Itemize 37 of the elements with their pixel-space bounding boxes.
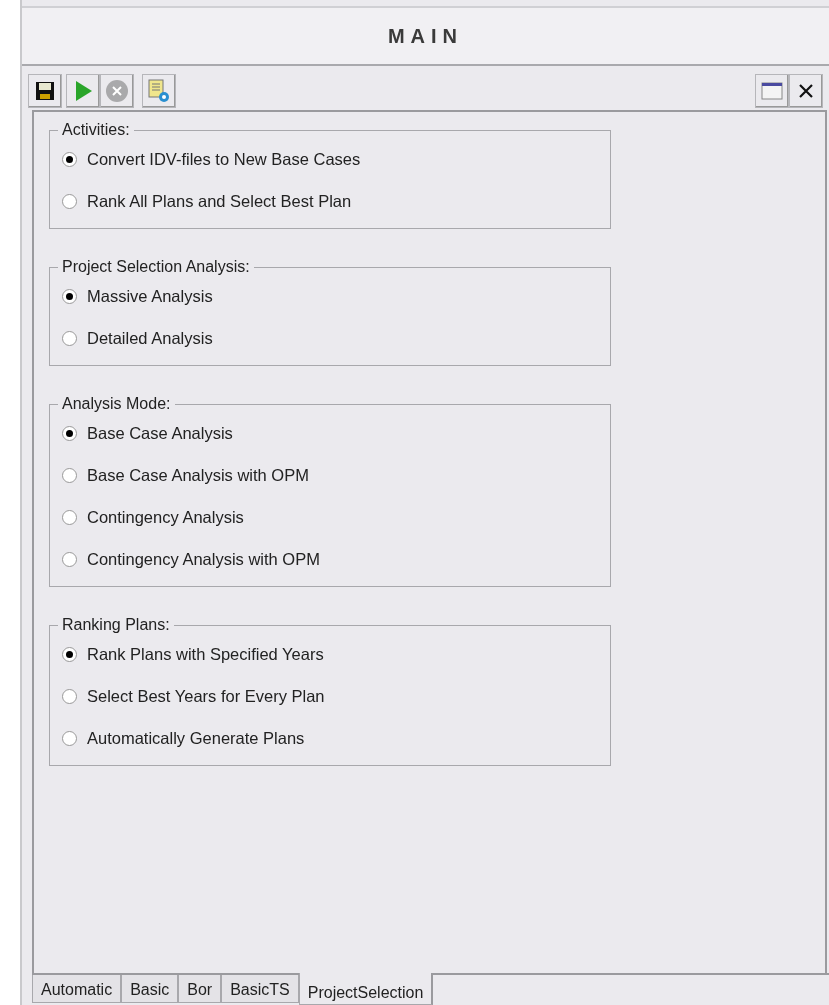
radio-label[interactable]: Base Case Analysis with OPM — [87, 462, 309, 488]
radio-button[interactable] — [62, 646, 77, 662]
radio-label[interactable]: Select Best Years for Every Plan — [87, 683, 325, 709]
radio-label[interactable]: Massive Analysis — [87, 283, 213, 309]
radio-button[interactable] — [62, 509, 77, 525]
radio-button[interactable] — [62, 551, 77, 567]
radio-label[interactable]: Rank All Plans and Select Best Plan — [87, 188, 352, 214]
tab[interactable]: Automatic — [32, 975, 122, 1003]
tab[interactable]: Bor — [178, 975, 222, 1003]
radio-button[interactable] — [62, 151, 77, 167]
document-gear-icon[interactable] — [142, 74, 176, 108]
group-title: Activities: — [61, 122, 131, 138]
radio-label[interactable]: Contingency Analysis — [87, 504, 244, 530]
group-title: Project Selection Analysis: — [61, 259, 251, 275]
radio-button[interactable] — [62, 688, 77, 704]
tab[interactable]: Basic — [121, 975, 179, 1003]
radio-label[interactable]: Convert IDV-files to New Base Cases — [87, 146, 361, 172]
radio-label[interactable]: Detailed Analysis — [87, 325, 213, 351]
window-title: MAIN — [387, 24, 464, 49]
radio-label[interactable]: Rank Plans with Specified Years — [87, 641, 324, 667]
group-title: Ranking Plans: — [61, 617, 171, 633]
radio-button[interactable] — [62, 425, 77, 441]
tab[interactable]: BasicTS — [221, 975, 299, 1003]
close-icon[interactable] — [789, 74, 823, 108]
radio-button[interactable] — [62, 467, 77, 483]
maximize-icon[interactable] — [755, 74, 789, 108]
radio-button[interactable] — [62, 330, 77, 346]
save-icon[interactable] — [28, 74, 62, 108]
stop-icon[interactable] — [100, 74, 134, 108]
radio-label[interactable]: Automatically Generate Plans — [87, 725, 305, 751]
radio-label[interactable]: Base Case Analysis — [87, 420, 233, 446]
group-title: Analysis Mode: — [61, 396, 172, 412]
radio-label[interactable]: Contingency Analysis with OPM — [87, 546, 320, 572]
radio-button[interactable] — [62, 730, 77, 746]
radio-button[interactable] — [62, 288, 77, 304]
tab[interactable]: ProjectSelection — [298, 973, 434, 1005]
radio-button[interactable] — [62, 193, 77, 209]
